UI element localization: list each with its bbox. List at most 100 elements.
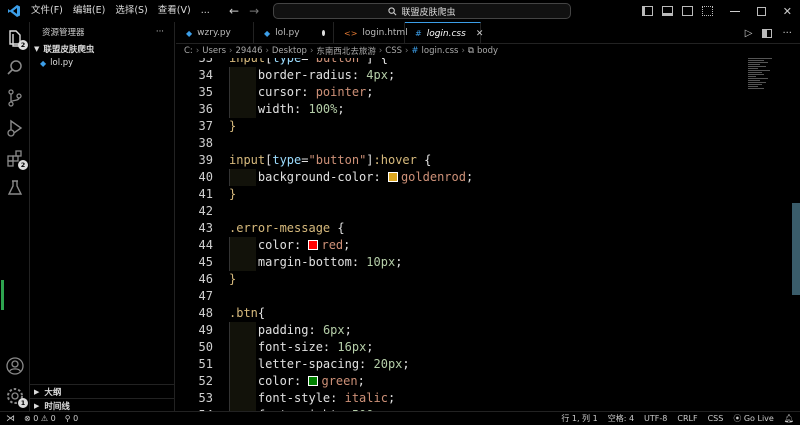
layout-panel-icon[interactable] bbox=[661, 6, 673, 16]
code-line[interactable]: 50 font-size: 16px; bbox=[176, 339, 736, 356]
code-line[interactable]: 39 input[type="button"]:hover { bbox=[176, 152, 736, 169]
cursor-position[interactable]: 行 1, 列 1 bbox=[561, 413, 597, 424]
menu-file[interactable]: 文件(F) bbox=[26, 0, 68, 22]
code-line[interactable]: 42 bbox=[176, 203, 736, 220]
color-swatch[interactable] bbox=[387, 172, 398, 182]
code-line[interactable]: 38 bbox=[176, 135, 736, 152]
go-live-button[interactable]: ⦿ Go Live bbox=[733, 413, 774, 424]
close-tab-icon[interactable]: ✕ bbox=[476, 29, 484, 39]
breadcrumb-item[interactable]: 29446 bbox=[235, 46, 262, 56]
code-editor[interactable]: 33 input[type="button"] {34 border-radius… bbox=[176, 58, 800, 411]
tab-login-css[interactable]: # login.css ✕ bbox=[405, 22, 484, 44]
menu-more[interactable]: ... bbox=[196, 0, 215, 22]
layout-sidebar-icon[interactable] bbox=[641, 6, 653, 16]
unsaved-dot-icon[interactable] bbox=[321, 30, 325, 36]
search-icon[interactable] bbox=[5, 58, 25, 78]
code-line[interactable]: 51 letter-spacing: 20px; bbox=[176, 356, 736, 373]
source-control-icon[interactable] bbox=[5, 88, 25, 108]
code-line[interactable]: 41} bbox=[176, 186, 736, 203]
code-line[interactable]: 34 border-radius: 4px; bbox=[176, 67, 736, 84]
explorer-icon[interactable]: 2 bbox=[5, 28, 28, 50]
code-token: ; bbox=[366, 85, 374, 99]
code-line[interactable]: 33 input[type="button"] { bbox=[176, 58, 736, 67]
breadcrumb-item[interactable]: Desktop bbox=[272, 46, 307, 56]
code-line[interactable]: 40 background-color: goldenrod; bbox=[176, 169, 736, 186]
code-line[interactable]: 35 cursor: pointer; bbox=[176, 84, 736, 101]
code-line[interactable]: 46} bbox=[176, 271, 736, 288]
code-line[interactable]: 44 color: red; bbox=[176, 237, 736, 254]
line-number: 43 bbox=[198, 221, 213, 235]
explorer-badge: 2 bbox=[18, 40, 28, 50]
chevron-down-icon: ▼ bbox=[34, 45, 40, 53]
minimize-icon[interactable] bbox=[729, 10, 740, 12]
color-swatch[interactable] bbox=[308, 376, 319, 386]
problems-indicator[interactable]: ⊗ 0 ⚠ 0 bbox=[24, 414, 56, 423]
indentation[interactable]: 空格: 4 bbox=[608, 413, 634, 424]
menu-selection[interactable]: 选择(S) bbox=[110, 0, 152, 22]
code-token: input bbox=[229, 153, 266, 167]
code-line[interactable]: 43 .error-message { bbox=[176, 220, 736, 237]
code-line[interactable]: 53 font-style: italic; bbox=[176, 390, 736, 407]
code-token: ; bbox=[357, 374, 365, 388]
timeline-section[interactable]: ▶ 时间线 bbox=[30, 398, 175, 412]
notifications-bell-icon[interactable]: 🔔︎ bbox=[784, 414, 794, 423]
extensions-icon[interactable]: 2 bbox=[5, 148, 28, 170]
settings-gear-icon[interactable]: 1 bbox=[5, 386, 28, 408]
layout-secondary-sidebar-icon[interactable] bbox=[681, 6, 693, 16]
code-line[interactable]: 45 margin-bottom: 10px; bbox=[176, 254, 736, 271]
menu-bar: 文件(F) 编辑(E) 选择(S) 查看(V) ... bbox=[26, 0, 215, 22]
breadcrumb-item[interactable]: CSS bbox=[385, 46, 402, 56]
nav-arrows: ← → bbox=[229, 0, 259, 22]
breadcrumb-item[interactable]: body bbox=[477, 46, 498, 56]
close-icon[interactable]: ✕ bbox=[783, 5, 792, 18]
breadcrumb-item[interactable]: C: bbox=[184, 46, 193, 56]
line-ending[interactable]: CRLF bbox=[677, 414, 697, 423]
settings-badge: 1 bbox=[18, 398, 28, 408]
outline-label: 大纲 bbox=[44, 387, 62, 398]
tab-wzry[interactable]: ◆ wzry.py bbox=[176, 22, 254, 44]
code-line[interactable]: 47 bbox=[176, 288, 736, 305]
run-debug-icon[interactable] bbox=[5, 118, 25, 138]
chevron-right-icon: ▶ bbox=[34, 401, 40, 410]
code-line[interactable]: 48 .btn{ bbox=[176, 305, 736, 322]
code-token: margin-bottom: bbox=[257, 255, 367, 269]
command-center-search[interactable]: 联盟皮肤爬虫 bbox=[273, 3, 571, 19]
code-token: font-size: bbox=[257, 340, 338, 354]
code-line[interactable]: 37} bbox=[176, 118, 736, 135]
tab-lol[interactable]: ◆ lol.py bbox=[254, 22, 334, 44]
testing-flask-icon[interactable] bbox=[5, 178, 25, 198]
code-line[interactable]: 49 padding: 6px; bbox=[176, 322, 736, 339]
maximize-icon[interactable] bbox=[756, 6, 766, 16]
forward-arrow-icon[interactable]: → bbox=[249, 4, 259, 18]
menu-edit[interactable]: 编辑(E) bbox=[68, 0, 110, 22]
window-controls: ✕ bbox=[641, 0, 800, 22]
menu-view[interactable]: 查看(V) bbox=[153, 0, 196, 22]
account-icon[interactable] bbox=[5, 356, 25, 376]
run-icon[interactable]: ▷ bbox=[745, 28, 753, 39]
code-token: } bbox=[229, 119, 237, 133]
progress-indicator bbox=[1, 280, 4, 310]
code-token: background-color: bbox=[257, 170, 388, 184]
back-arrow-icon[interactable]: ← bbox=[229, 4, 239, 18]
breadcrumb-item[interactable]: login.css bbox=[422, 46, 459, 56]
code-line[interactable]: 52 color: green; bbox=[176, 373, 736, 390]
customize-layout-icon[interactable] bbox=[701, 6, 713, 16]
encoding[interactable]: UTF-8 bbox=[644, 414, 667, 423]
tab-login-html[interactable]: <> login.html bbox=[334, 22, 408, 44]
language-mode[interactable]: CSS bbox=[708, 414, 724, 423]
breadcrumb-item[interactable]: 东南西北去旅游 bbox=[316, 45, 376, 57]
folder-item[interactable]: ▼ 联盟皮肤爬虫 bbox=[30, 42, 174, 56]
minimap[interactable] bbox=[748, 58, 788, 118]
file-item-lol[interactable]: ◆ lol.py bbox=[30, 56, 174, 70]
breadcrumb-item[interactable]: Users bbox=[202, 46, 226, 56]
explorer-more-button[interactable]: ··· bbox=[156, 27, 164, 37]
ports-indicator[interactable]: ⚲ 0 bbox=[65, 414, 79, 423]
more-actions-icon[interactable]: ··· bbox=[782, 28, 792, 39]
editor-scrollbar[interactable] bbox=[792, 203, 800, 295]
outline-section[interactable]: ▶ 大纲 bbox=[30, 384, 175, 398]
remote-icon[interactable]: ⋊ bbox=[6, 414, 15, 424]
code-line[interactable]: 36 width: 100%; bbox=[176, 101, 736, 118]
split-editor-icon[interactable] bbox=[762, 28, 773, 38]
color-swatch[interactable] bbox=[308, 240, 319, 250]
tab-label: login.html bbox=[362, 28, 408, 38]
